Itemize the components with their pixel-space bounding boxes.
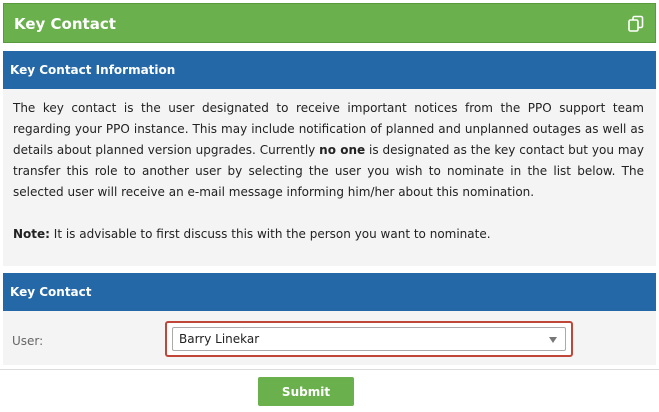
- key-contact-panel-title: Key Contact: [3, 273, 656, 311]
- dropdown-arrow-icon[interactable]: [549, 337, 557, 343]
- info-panel-body: The key contact is the user designated t…: [3, 89, 656, 245]
- user-select-highlight: Barry Linekar: [165, 321, 573, 357]
- copy-icon[interactable]: [627, 15, 645, 33]
- submit-button[interactable]: Submit: [258, 377, 354, 406]
- info-paragraph-bold: no one: [319, 143, 366, 157]
- footer-divider: [0, 369, 659, 370]
- info-paragraph: The key contact is the user designated t…: [13, 98, 644, 203]
- page-title: Key Contact: [14, 15, 116, 33]
- note-label: Note:: [13, 227, 50, 241]
- user-select-value: Barry Linekar: [179, 332, 260, 346]
- key-contact-information-panel: Key Contact Information The key contact …: [3, 51, 656, 266]
- user-select[interactable]: Barry Linekar: [172, 327, 566, 351]
- info-panel-title: Key Contact Information: [3, 51, 656, 89]
- note-text: It is advisable to first discuss this wi…: [49, 227, 491, 241]
- page-header: Key Contact: [3, 3, 656, 43]
- user-label: User:: [12, 334, 44, 349]
- note-paragraph: Note: It is advisable to first discuss t…: [13, 224, 644, 245]
